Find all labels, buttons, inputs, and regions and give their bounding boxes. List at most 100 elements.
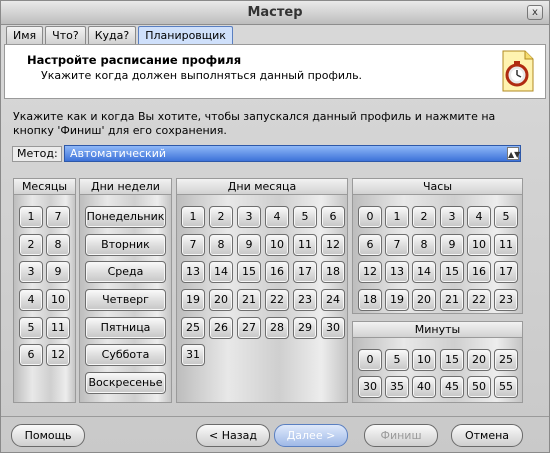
monthday-button[interactable]: 13 [181, 261, 205, 283]
back-button[interactable]: < Назад [196, 424, 270, 447]
monthday-button[interactable]: 8 [209, 234, 233, 256]
monthday-button[interactable]: 22 [265, 289, 289, 311]
month-button[interactable]: 1 [19, 206, 43, 228]
monthday-button[interactable]: 27 [237, 317, 261, 339]
finish-button[interactable]: Финиш [364, 424, 438, 447]
monthday-button[interactable]: 18 [321, 261, 345, 283]
method-select[interactable]: Автоматический ▲▼ [64, 145, 521, 162]
hour-button[interactable]: 3 [440, 206, 464, 228]
monthday-button[interactable]: 26 [209, 317, 233, 339]
tab-what[interactable]: Что? [45, 26, 86, 44]
minute-button[interactable]: 50 [467, 376, 491, 398]
tab-bar: Имя Что? Куда? Планировщик [6, 26, 235, 45]
monthday-button[interactable]: 31 [181, 344, 205, 366]
minute-button[interactable]: 35 [385, 376, 409, 398]
weekday-button-friday[interactable]: Пятница [85, 317, 166, 339]
close-icon[interactable]: x [527, 5, 543, 20]
hour-button[interactable]: 15 [440, 261, 464, 283]
monthday-button[interactable]: 14 [209, 261, 233, 283]
month-button[interactable]: 8 [46, 234, 70, 256]
minute-button[interactable]: 20 [467, 349, 491, 371]
hour-button[interactable]: 5 [494, 206, 518, 228]
monthday-button[interactable]: 25 [181, 317, 205, 339]
hour-button[interactable]: 22 [467, 289, 491, 311]
minute-button[interactable]: 40 [412, 376, 436, 398]
weekday-button-monday[interactable]: Понедельник [85, 206, 166, 228]
hour-button[interactable]: 19 [385, 289, 409, 311]
hour-button[interactable]: 6 [358, 234, 382, 256]
month-button[interactable]: 4 [19, 289, 43, 311]
monthday-button[interactable]: 23 [293, 289, 317, 311]
month-button[interactable]: 11 [46, 317, 70, 339]
help-button[interactable]: Помощь [11, 424, 85, 447]
weekday-button-sunday[interactable]: Воскресенье [85, 372, 166, 394]
hour-button[interactable]: 9 [440, 234, 464, 256]
hour-button[interactable]: 12 [358, 261, 382, 283]
month-button[interactable]: 3 [19, 261, 43, 283]
monthday-button[interactable]: 5 [293, 206, 317, 228]
monthday-button[interactable]: 30 [321, 317, 345, 339]
hour-button[interactable]: 8 [412, 234, 436, 256]
monthday-button[interactable]: 7 [181, 234, 205, 256]
hour-button[interactable]: 1 [385, 206, 409, 228]
month-button[interactable]: 9 [46, 261, 70, 283]
minute-button[interactable]: 25 [494, 349, 518, 371]
hour-button[interactable]: 4 [467, 206, 491, 228]
monthday-button[interactable]: 6 [321, 206, 345, 228]
monthday-button[interactable]: 20 [209, 289, 233, 311]
monthday-button[interactable]: 21 [237, 289, 261, 311]
hour-button[interactable]: 7 [385, 234, 409, 256]
minute-button[interactable]: 55 [494, 376, 518, 398]
month-button[interactable]: 2 [19, 234, 43, 256]
hour-button[interactable]: 17 [494, 261, 518, 283]
hour-button[interactable]: 16 [467, 261, 491, 283]
month-button[interactable]: 5 [19, 317, 43, 339]
hour-button[interactable]: 21 [440, 289, 464, 311]
month-button[interactable]: 7 [46, 206, 70, 228]
monthday-button[interactable]: 24 [321, 289, 345, 311]
monthday-button[interactable]: 9 [237, 234, 261, 256]
tab-name[interactable]: Имя [6, 26, 44, 44]
next-button[interactable]: Далее > [274, 424, 348, 447]
hour-button[interactable]: 0 [358, 206, 382, 228]
hour-button[interactable]: 13 [385, 261, 409, 283]
minute-button[interactable]: 0 [358, 349, 382, 371]
monthday-button[interactable]: 29 [293, 317, 317, 339]
monthday-button[interactable]: 11 [293, 234, 317, 256]
hour-button[interactable]: 20 [412, 289, 436, 311]
chevron-down-icon[interactable]: ▲▼ [507, 147, 520, 160]
minute-button[interactable]: 15 [440, 349, 464, 371]
minute-button[interactable]: 5 [385, 349, 409, 371]
monthday-button[interactable]: 3 [237, 206, 261, 228]
month-button[interactable]: 6 [19, 344, 43, 366]
month-button[interactable]: 10 [46, 289, 70, 311]
monthday-button[interactable]: 1 [181, 206, 205, 228]
hour-button[interactable]: 11 [494, 234, 518, 256]
hour-button[interactable]: 2 [412, 206, 436, 228]
monthday-button[interactable]: 28 [265, 317, 289, 339]
monthday-button[interactable]: 12 [321, 234, 345, 256]
hour-button[interactable]: 10 [467, 234, 491, 256]
tab-scheduler[interactable]: Планировщик [138, 26, 233, 44]
month-button[interactable]: 12 [46, 344, 70, 366]
cancel-button[interactable]: Отмена [451, 424, 523, 447]
wizard-window: Мастер x Имя Что? Куда? Планировщик Наст… [0, 0, 550, 453]
minute-button[interactable]: 10 [412, 349, 436, 371]
monthday-button[interactable]: 2 [209, 206, 233, 228]
monthday-button[interactable]: 15 [237, 261, 261, 283]
weekday-button-wednesday[interactable]: Среда [85, 261, 166, 283]
monthday-button[interactable]: 4 [265, 206, 289, 228]
weekday-button-tuesday[interactable]: Вторник [85, 234, 166, 256]
hour-button[interactable]: 18 [358, 289, 382, 311]
minute-button[interactable]: 45 [440, 376, 464, 398]
weekday-button-thursday[interactable]: Четверг [85, 289, 166, 311]
tab-where[interactable]: Куда? [87, 26, 137, 44]
monthday-button[interactable]: 16 [265, 261, 289, 283]
weekday-button-saturday[interactable]: Суббота [85, 344, 166, 366]
hour-button[interactable]: 14 [412, 261, 436, 283]
monthday-button[interactable]: 19 [181, 289, 205, 311]
monthday-button[interactable]: 17 [293, 261, 317, 283]
monthday-button[interactable]: 10 [265, 234, 289, 256]
minute-button[interactable]: 30 [358, 376, 382, 398]
hour-button[interactable]: 23 [494, 289, 518, 311]
